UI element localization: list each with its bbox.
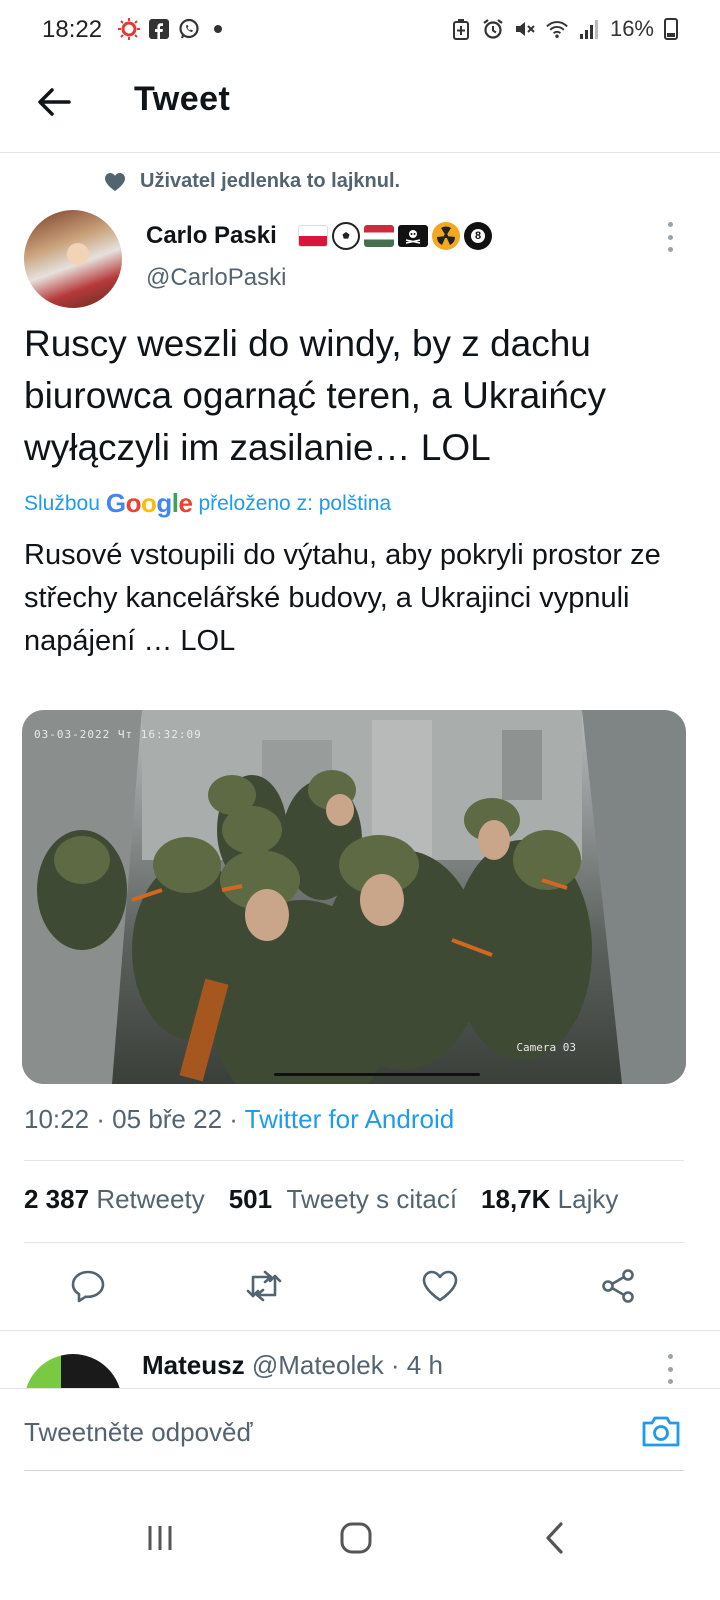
hungary-flag-icon [364,225,394,247]
whatsapp-icon [178,18,200,40]
tweet-source-link[interactable]: Twitter for Android [245,1104,455,1134]
alarm-icon [482,18,504,40]
quotes-stat[interactable]: 501 Tweety s citací [229,1184,457,1215]
facebook-icon [148,18,170,40]
page-title: Tweet [134,80,231,118]
reply-author-name: Mateusz [142,1350,245,1380]
mute-icon [514,18,536,40]
notification-icon [118,18,140,40]
likes-stat[interactable]: 18,7K Lajky [481,1184,618,1215]
author-badges: 8 [298,222,492,250]
dot-icon [214,25,222,33]
radioactive-icon [432,222,460,250]
retweets-stat[interactable]: 2 387 Retweety [24,1184,205,1215]
translation-attribution[interactable]: Službou Google přeloženo z: polština [24,488,391,519]
pirate-flag-icon [398,225,428,247]
home-button[interactable] [326,1508,386,1568]
elevator-photo [22,710,686,1084]
liked-by-text: Uživatel jedlenka to lajknul. [140,170,401,192]
camera-button[interactable] [640,1411,682,1451]
likes-count: 18,7K [481,1184,551,1214]
reply-button[interactable] [66,1264,110,1308]
arrow-left-icon [38,88,71,116]
tweet-text: Ruscy weszli do windy, by z dachu biurow… [24,323,607,468]
battery-percent: 16% [609,16,654,41]
back-button[interactable] [30,78,78,126]
reply-icon [71,1270,105,1303]
eight-ball-icon: 8 [464,222,492,250]
divider [24,1242,684,1243]
recent-apps-icon [148,1526,172,1550]
media-indicator [274,1073,480,1076]
composer-underline [24,1470,684,1471]
system-nav-bar [0,1480,720,1600]
share-button[interactable] [596,1264,640,1308]
back-nav-button[interactable] [524,1508,584,1568]
engagement-stats: 2 387 Retweety 501 Tweety s citací 18,7K… [24,1184,618,1215]
reply-input[interactable] [24,1417,584,1448]
translated-text: Rusové vstoupili do výtahu, aby pokryli … [24,539,661,657]
retweets-count: 2 387 [24,1184,90,1214]
reply-more-button[interactable] [658,1354,682,1384]
author-avatar[interactable] [24,210,122,308]
retweet-icon [246,1270,282,1302]
poland-flag-icon [298,225,328,247]
google-logo: Google [105,488,193,518]
wifi-icon [546,18,568,40]
top-app-bar: Tweet [0,64,720,153]
status-bar: 18:22 16% [0,0,720,64]
quotes-label: Tweety s citací [286,1184,458,1214]
reply-handle-time: @Mateolek · 4 h [251,1350,443,1380]
social-context[interactable]: Uživatel jedlenka to lajknul. [104,170,400,193]
translated-prefix: Službou [24,491,100,515]
back-chevron-icon [546,1522,563,1554]
tweet-timestamp: 10:22 · 05 bře 22 · Twitter for Android [24,1104,454,1135]
divider [24,1160,684,1161]
likes-label: Lajky [557,1184,619,1214]
reply-header[interactable]: Mateusz @Mateolek · 4 h [142,1350,443,1381]
home-icon [340,1522,372,1554]
author-handle[interactable]: @CarloPaski [146,264,286,292]
tweet-image[interactable]: 03-03-2022 Чт 16:32:09 Camera 03 [22,710,686,1084]
author-name[interactable]: Carlo Paski [146,222,277,250]
signal-icon [578,18,600,40]
translated-suffix: přeloženo z: polština [198,491,392,515]
heart-outline-icon [422,1270,458,1302]
reply-composer [0,1388,720,1473]
soccer-ball-icon [332,222,360,250]
camera-timestamp: 03-03-2022 Чт 16:32:09 [34,728,202,741]
divider [0,1330,720,1331]
recent-apps-button[interactable] [130,1508,190,1568]
battery-icon [664,18,678,40]
share-icon [602,1269,634,1303]
camera-label: Camera 03 [516,1041,576,1054]
battery-saver-icon [450,18,472,40]
camera-icon [642,1416,680,1447]
more-vertical-icon [667,222,673,227]
like-button[interactable] [418,1264,462,1308]
retweet-button[interactable] [242,1264,286,1308]
more-options-button[interactable] [658,222,682,252]
heart-filled-icon [105,172,125,191]
quotes-count: 501 [228,1184,273,1214]
tweet-time: 10:22 · 05 bře 22 · [24,1104,245,1134]
retweets-label: Retweety [96,1184,205,1214]
more-vertical-icon [667,1354,673,1359]
tweet-actions [0,1258,720,1318]
status-time: 18:22 [42,16,103,43]
